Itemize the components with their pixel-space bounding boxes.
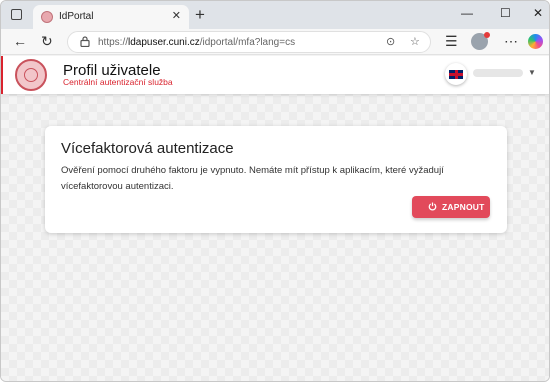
navigation-bar: ← ↻ https://ldapuser.cuni.cz/idportal/mf… bbox=[1, 29, 549, 55]
chevron-down-icon[interactable]: ▼ bbox=[528, 68, 536, 77]
maximize-button[interactable]: ☐ bbox=[500, 6, 511, 20]
favorite-star-icon[interactable]: ☆ bbox=[410, 35, 420, 48]
mfa-card: Vícefaktorová autentizace Ověření pomocí… bbox=[45, 126, 507, 233]
menu-dots-icon[interactable]: ⋯ bbox=[504, 33, 518, 49]
favicon-icon bbox=[41, 11, 53, 23]
site-header: Profil uživatele Centrální autentizační … bbox=[1, 56, 549, 94]
page-content: Profil uživatele Centrální autentizační … bbox=[1, 56, 549, 381]
lock-icon[interactable] bbox=[80, 36, 90, 47]
url-path: /idportal/mfa?lang=cs bbox=[199, 37, 296, 48]
copilot-icon[interactable] bbox=[528, 34, 543, 49]
browser-window: IdPortal ✕ + — ☐ ✕ ← ↻ https://ldapuser.… bbox=[0, 0, 550, 382]
favorites-icon[interactable]: ☰ bbox=[445, 33, 458, 49]
university-seal-logo bbox=[15, 59, 47, 91]
minimize-button[interactable]: — bbox=[461, 6, 473, 20]
button-label: ZAPNOUT bbox=[442, 202, 485, 212]
new-tab-button[interactable]: + bbox=[195, 6, 205, 23]
power-icon bbox=[428, 202, 437, 211]
more-tools-icon[interactable]: ⊙ bbox=[386, 35, 395, 48]
tab-close-icon[interactable]: ✕ bbox=[172, 9, 181, 22]
address-bar[interactable]: https://ldapuser.cuni.cz/idportal/mfa?la… bbox=[67, 31, 431, 53]
url-text: https://ldapuser.cuni.cz/idportal/mfa?la… bbox=[98, 37, 295, 48]
card-description: Ověření pomocí druhého faktoru je vypnut… bbox=[61, 165, 444, 192]
tab-actions-icon[interactable] bbox=[11, 9, 22, 20]
back-icon[interactable]: ← bbox=[13, 33, 27, 49]
uk-flag-icon bbox=[449, 70, 463, 79]
user-name-blurred[interactable] bbox=[473, 69, 523, 77]
title-bar: IdPortal ✕ + — ☐ ✕ bbox=[1, 1, 549, 29]
tab-title: IdPortal bbox=[59, 11, 94, 22]
notification-dot bbox=[484, 32, 490, 38]
refresh-icon[interactable]: ↻ bbox=[41, 33, 53, 49]
close-window-button[interactable]: ✕ bbox=[533, 6, 543, 20]
url-prefix: https:// bbox=[98, 37, 129, 48]
page-subtitle: Centrální autentizační služba bbox=[63, 77, 173, 87]
enable-mfa-button[interactable]: ZAPNOUT bbox=[412, 196, 490, 218]
profile-avatar[interactable] bbox=[471, 32, 490, 50]
card-title: Vícefaktorová autentizace bbox=[61, 140, 234, 157]
seal-center bbox=[24, 68, 38, 82]
language-switcher[interactable] bbox=[445, 63, 467, 85]
browser-tab[interactable]: IdPortal ✕ bbox=[33, 5, 189, 29]
url-host: ldapuser.cuni.cz bbox=[128, 37, 200, 48]
